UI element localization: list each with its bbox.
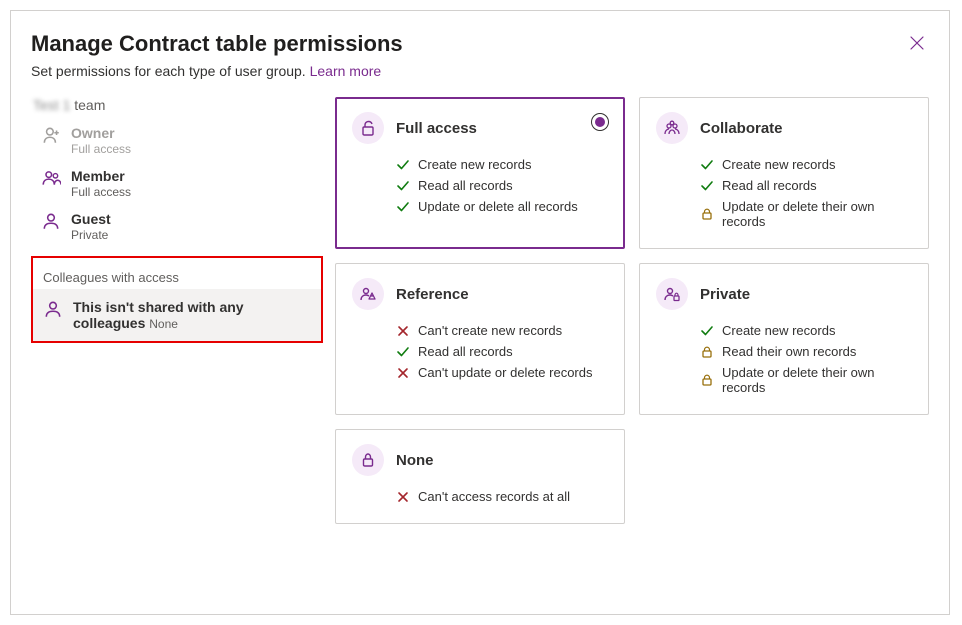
perm-item: Create new records bbox=[700, 320, 912, 341]
unlock-icon bbox=[352, 112, 384, 144]
perm-list: Create new recordsRead their own records… bbox=[700, 320, 912, 398]
role-name: Guest bbox=[71, 211, 111, 227]
card-title: Collaborate bbox=[700, 120, 783, 137]
perm-item: Read their own records bbox=[700, 341, 912, 362]
person-warn-icon bbox=[352, 278, 384, 310]
lock-icon bbox=[700, 373, 714, 387]
perm-list: Create new recordsRead all recordsUpdate… bbox=[700, 154, 912, 232]
perm-item: Read all records bbox=[396, 175, 608, 196]
close-button[interactable] bbox=[905, 31, 929, 55]
page-subtitle: Set permissions for each type of user gr… bbox=[31, 63, 929, 79]
permission-cards: Full accessCreate new recordsRead all re… bbox=[335, 97, 929, 524]
card-title: Private bbox=[700, 286, 750, 303]
permissions-panel: Manage Contract table permissions Set pe… bbox=[10, 10, 950, 615]
perm-item: Read all records bbox=[396, 341, 608, 362]
colleague-sub: None bbox=[149, 317, 178, 331]
private-icon bbox=[656, 278, 688, 310]
x-icon bbox=[396, 490, 410, 504]
lock-icon bbox=[700, 207, 714, 221]
check-icon bbox=[396, 200, 410, 214]
check-icon bbox=[700, 179, 714, 193]
perm-item: Update or delete their own records bbox=[700, 362, 912, 398]
card-title: Reference bbox=[396, 286, 469, 303]
perm-item: Create new records bbox=[396, 154, 608, 175]
role-sub: Full access bbox=[71, 142, 131, 156]
role-sub: Private bbox=[71, 228, 111, 242]
perm-item: Can't update or delete records bbox=[396, 362, 608, 383]
perm-item: Create new records bbox=[700, 154, 912, 175]
lock-closed-icon bbox=[352, 444, 384, 476]
team-label: Test 1 team bbox=[33, 97, 323, 113]
people-icon bbox=[41, 168, 61, 188]
perm-list: Can't create new recordsRead all records… bbox=[396, 320, 608, 383]
perm-item: Update or delete their own records bbox=[700, 196, 912, 232]
check-icon bbox=[396, 158, 410, 172]
sidebar-role-guest[interactable]: GuestPrivate bbox=[31, 205, 323, 248]
perm-item: Can't create new records bbox=[396, 320, 608, 341]
role-name: Owner bbox=[71, 125, 131, 141]
perm-item: Read all records bbox=[700, 175, 912, 196]
card-collaborate[interactable]: Collaborate Create new recordsRead all re… bbox=[639, 97, 929, 249]
role-name: Member bbox=[71, 168, 131, 184]
perm-item: Update or delete all records bbox=[396, 196, 608, 217]
check-icon bbox=[396, 345, 410, 359]
card-title: None bbox=[396, 452, 434, 469]
role-sub: Full access bbox=[71, 185, 131, 199]
colleagues-section-label: Colleagues with access bbox=[33, 266, 321, 289]
card-title: Full access bbox=[396, 120, 477, 137]
sidebar: Test 1 team OwnerFull accessMemberFull a… bbox=[31, 97, 323, 524]
check-icon bbox=[700, 158, 714, 172]
person-icon bbox=[43, 299, 63, 319]
perm-list: Can't access records at all bbox=[396, 486, 608, 507]
card-private[interactable]: Private Create new recordsRead their own … bbox=[639, 263, 929, 415]
learn-more-link[interactable]: Learn more bbox=[310, 63, 382, 79]
check-icon bbox=[396, 179, 410, 193]
card-none[interactable]: None Can't access records at all bbox=[335, 429, 625, 524]
colleague-row[interactable]: This isn't shared with any colleagues No… bbox=[33, 289, 321, 341]
person-icon bbox=[41, 211, 61, 231]
page-title: Manage Contract table permissions bbox=[31, 31, 403, 57]
person-add-icon bbox=[41, 125, 61, 145]
x-icon bbox=[396, 366, 410, 380]
close-icon bbox=[909, 35, 925, 51]
card-reference[interactable]: Reference Can't create new recordsRead al… bbox=[335, 263, 625, 415]
perm-list: Create new recordsRead all recordsUpdate… bbox=[396, 154, 608, 217]
group-icon bbox=[656, 112, 688, 144]
sidebar-role-owner: OwnerFull access bbox=[31, 119, 323, 162]
lock-icon bbox=[700, 345, 714, 359]
radio-selected-icon bbox=[591, 113, 609, 131]
check-icon bbox=[700, 324, 714, 338]
sidebar-role-member[interactable]: MemberFull access bbox=[31, 162, 323, 205]
colleagues-highlight: Colleagues with access This isn't shared… bbox=[31, 256, 323, 343]
x-icon bbox=[396, 324, 410, 338]
card-full-access[interactable]: Full access Create new recordsRead all re… bbox=[335, 97, 625, 249]
perm-item: Can't access records at all bbox=[396, 486, 608, 507]
